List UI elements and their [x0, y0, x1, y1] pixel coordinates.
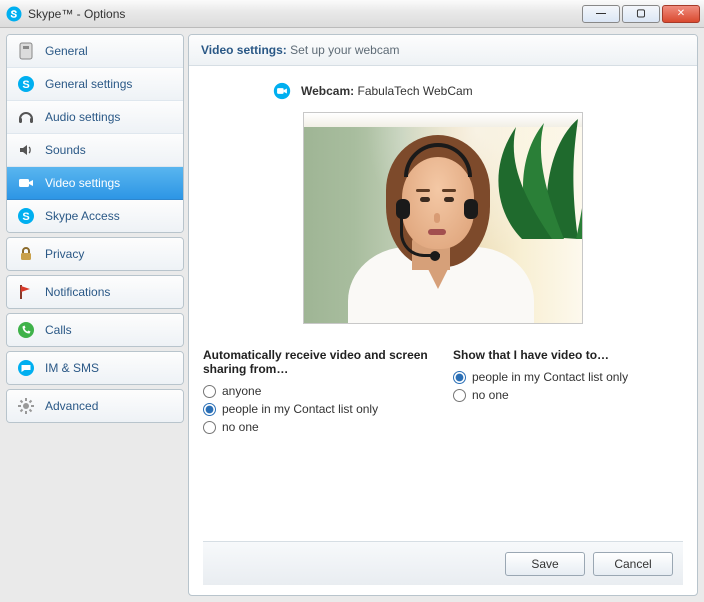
window-title: Skype™ - Options	[28, 7, 582, 21]
sidebar-item-label: Audio settings	[45, 110, 120, 124]
panel-header: Video settings: Set up your webcam	[189, 35, 697, 66]
phone-icon	[17, 321, 35, 339]
radio-label: anyone	[222, 384, 261, 398]
panel-subtitle: Set up your webcam	[290, 43, 399, 57]
radio-input[interactable]	[203, 421, 216, 434]
chat-icon	[17, 359, 35, 377]
dialog-footer: Save Cancel	[203, 541, 683, 585]
gear-icon	[17, 397, 35, 415]
skype-icon	[6, 6, 22, 22]
sidebar-item-label: Skype Access	[45, 209, 120, 223]
radio-input[interactable]	[453, 371, 466, 384]
sidebar-header-label: Advanced	[45, 399, 98, 413]
webcam-preview	[303, 112, 583, 324]
titlebar: Skype™ - Options — ▢ ✕	[0, 0, 704, 28]
option-col-receive: Automatically receive video and screen s…	[203, 348, 433, 438]
sidebar-item-sounds[interactable]: Sounds	[7, 134, 183, 167]
sidebar-group-general: General S General settings Audio setting…	[6, 34, 184, 233]
radio-input[interactable]	[203, 385, 216, 398]
sidebar: General S General settings Audio setting…	[6, 34, 184, 596]
option-col-show: Show that I have video to… people in my …	[453, 348, 683, 438]
sidebar-item-general-settings[interactable]: S General settings	[7, 68, 183, 101]
window-controls: — ▢ ✕	[582, 5, 700, 23]
radio-show-contacts[interactable]: people in my Contact list only	[453, 370, 683, 384]
panel-title: Video settings:	[201, 43, 287, 57]
radio-receive-anyone[interactable]: anyone	[203, 384, 433, 398]
sidebar-header-notifications[interactable]: Notifications	[7, 276, 183, 308]
webcam-row: Webcam: FabulaTech WebCam	[273, 80, 683, 102]
sidebar-item-label: General settings	[45, 77, 132, 91]
sidebar-header-general[interactable]: General	[7, 35, 183, 68]
sidebar-header-label: Privacy	[45, 247, 84, 261]
radio-label: no one	[472, 388, 509, 402]
webcam-name: Webcam: FabulaTech WebCam	[301, 84, 473, 98]
radio-label: people in my Contact list only	[222, 402, 378, 416]
sidebar-header-privacy[interactable]: Privacy	[7, 238, 183, 270]
maximize-button[interactable]: ▢	[622, 5, 660, 23]
flag-icon	[17, 283, 35, 301]
sidebar-item-label: Video settings	[45, 176, 120, 190]
cancel-button[interactable]: Cancel	[593, 552, 673, 576]
sidebar-header-im-sms[interactable]: IM & SMS	[7, 352, 183, 384]
sidebar-header-label: Notifications	[45, 285, 110, 299]
minimize-button[interactable]: —	[582, 5, 620, 23]
content-panel: Video settings: Set up your webcam Webca…	[188, 34, 698, 596]
radio-input[interactable]	[203, 403, 216, 416]
category-general-icon	[17, 42, 35, 60]
sidebar-header-label: General	[45, 44, 88, 58]
skype-icon: S	[17, 75, 35, 93]
radio-receive-contacts[interactable]: people in my Contact list only	[203, 402, 433, 416]
webcam-icon	[17, 174, 35, 192]
radio-show-noone[interactable]: no one	[453, 388, 683, 402]
svg-text:S: S	[22, 79, 29, 91]
svg-text:S: S	[22, 211, 29, 223]
option-title: Automatically receive video and screen s…	[203, 348, 433, 376]
option-title: Show that I have video to…	[453, 348, 683, 362]
sidebar-header-calls[interactable]: Calls	[7, 314, 183, 346]
sidebar-item-audio-settings[interactable]: Audio settings	[7, 101, 183, 134]
close-button[interactable]: ✕	[662, 5, 700, 23]
sidebar-item-skype-access[interactable]: S Skype Access	[7, 200, 183, 232]
save-button[interactable]: Save	[505, 552, 585, 576]
lock-icon	[17, 245, 35, 263]
speaker-icon	[17, 141, 35, 159]
radio-receive-noone[interactable]: no one	[203, 420, 433, 434]
webcam-icon	[273, 80, 291, 102]
sidebar-header-advanced[interactable]: Advanced	[7, 390, 183, 422]
sidebar-item-video-settings[interactable]: Video settings	[7, 167, 183, 200]
headphones-icon	[17, 108, 35, 126]
radio-label: people in my Contact list only	[472, 370, 628, 384]
skype-icon: S	[17, 207, 35, 225]
radio-input[interactable]	[453, 389, 466, 402]
radio-label: no one	[222, 420, 259, 434]
sidebar-header-label: IM & SMS	[45, 361, 99, 375]
sidebar-header-label: Calls	[45, 323, 72, 337]
sidebar-item-label: Sounds	[45, 143, 86, 157]
